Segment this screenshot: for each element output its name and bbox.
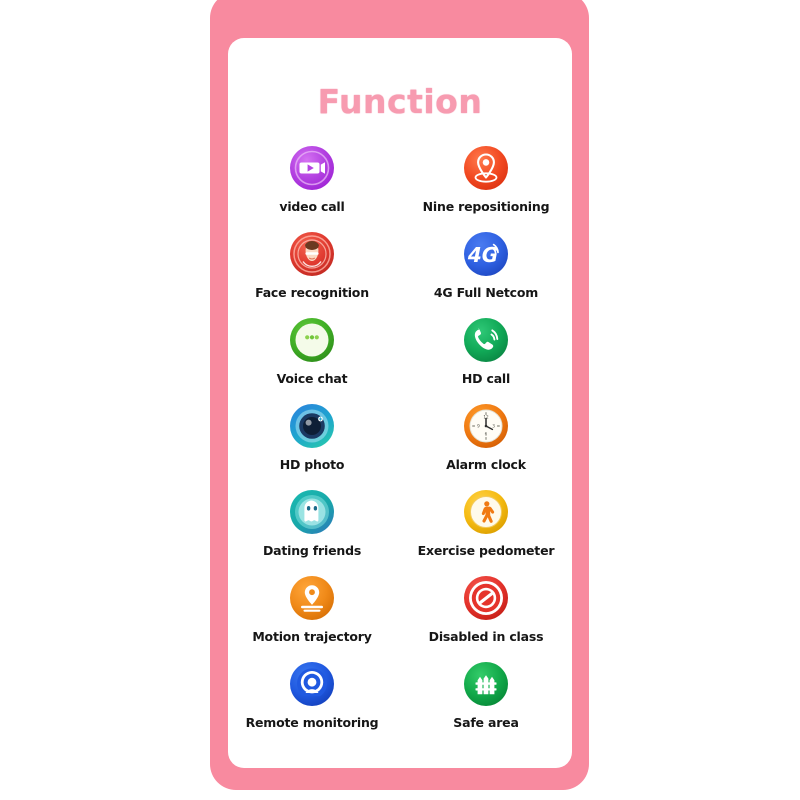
fence-icon[interactable] (460, 658, 512, 710)
function-label: Voice chat (276, 371, 348, 386)
function-item-4g-full-netcom[interactable]: 4G 4G Full Netcom (400, 228, 572, 314)
face-scan-icon[interactable] (286, 228, 338, 280)
function-item-face-recognition[interactable]: Face recognition (228, 228, 398, 314)
function-label: video call (279, 199, 345, 214)
svg-text:3: 3 (492, 423, 495, 428)
function-label: Disabled in class (428, 629, 544, 644)
function-item-safe-area[interactable]: Safe area (400, 658, 572, 744)
four-g-signal-icon[interactable]: 4G (460, 228, 512, 280)
function-row: Voice chat HD call (228, 314, 572, 400)
function-label: Nine repositioning (422, 199, 550, 214)
function-item-hd-call[interactable]: HD call (400, 314, 572, 400)
phone-ring-icon[interactable] (460, 314, 512, 366)
function-label: Alarm clock (446, 457, 526, 472)
screenshot-root: Function video call Nine repositioning F… (0, 0, 800, 800)
function-card: Function video call Nine repositioning F… (228, 38, 572, 768)
motion-path-icon[interactable] (286, 572, 338, 624)
function-label: Exercise pedometer (417, 543, 555, 558)
video-camera-icon[interactable] (286, 142, 338, 194)
speech-bubble-icon[interactable] (286, 314, 338, 366)
function-label: Remote monitoring (245, 715, 379, 730)
page-title: Function (317, 82, 483, 121)
prohibited-sign-icon[interactable] (460, 572, 512, 624)
function-item-voice-chat[interactable]: Voice chat (228, 314, 398, 400)
svg-text:4G: 4G (467, 243, 498, 267)
function-item-motion-trajectory[interactable]: Motion trajectory (228, 572, 398, 658)
webcam-icon[interactable] (286, 658, 338, 710)
function-grid: video call Nine repositioning Face recog… (228, 142, 572, 744)
function-label: HD photo (279, 457, 345, 472)
function-item-hd-photo[interactable]: HD photo (228, 400, 398, 486)
function-label: 4G Full Netcom (433, 285, 539, 300)
function-label: HD call (461, 371, 511, 386)
location-pin-icon[interactable] (460, 142, 512, 194)
function-row: Remote monitoring Safe area (228, 658, 572, 744)
function-row: Motion trajectory Disabled in class (228, 572, 572, 658)
function-row: Dating friends Exercise pedometer (228, 486, 572, 572)
alarm-clock-icon[interactable]: 12 3 6 9 (460, 400, 512, 452)
function-item-nine-repositioning[interactable]: Nine repositioning (400, 142, 572, 228)
function-item-dating-friends[interactable]: Dating friends (228, 486, 398, 572)
camera-lens-icon[interactable] (286, 400, 338, 452)
function-item-video-call[interactable]: video call (228, 142, 398, 228)
function-row: HD photo 12 3 6 9 Alarm clock (228, 400, 572, 486)
function-label: Dating friends (262, 543, 362, 558)
svg-text:9: 9 (477, 423, 480, 428)
function-item-disabled-in-class[interactable]: Disabled in class (400, 572, 572, 658)
function-label: Safe area (453, 715, 519, 730)
svg-text:6: 6 (485, 432, 488, 437)
walking-person-icon[interactable] (460, 486, 512, 538)
function-item-alarm-clock[interactable]: 12 3 6 9 Alarm clock (400, 400, 572, 486)
ghost-avatar-icon[interactable] (286, 486, 338, 538)
function-item-remote-monitoring[interactable]: Remote monitoring (228, 658, 398, 744)
function-row: video call Nine repositioning (228, 142, 572, 228)
function-label: Face recognition (255, 285, 369, 300)
function-item-exercise-pedometer[interactable]: Exercise pedometer (400, 486, 572, 572)
function-row: Face recognition 4G 4G Full Netcom (228, 228, 572, 314)
function-label: Motion trajectory (252, 629, 372, 644)
